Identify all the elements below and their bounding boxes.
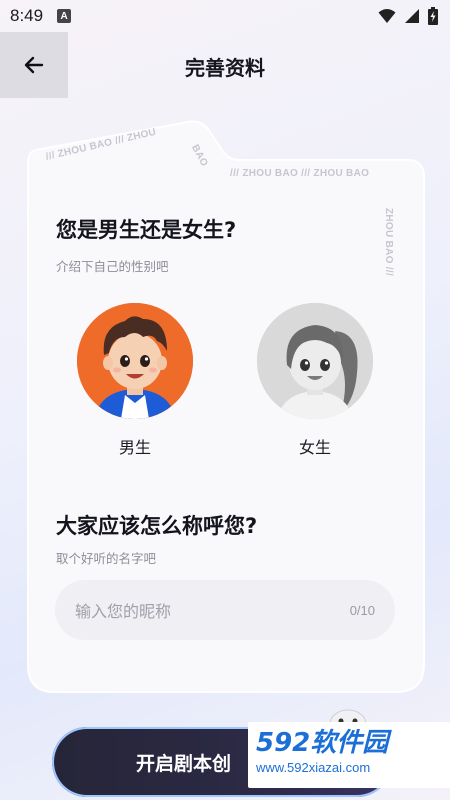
gender-subtitle: 介绍下自己的性别吧 — [56, 259, 169, 274]
a-notification-icon: A — [57, 9, 72, 23]
battery-charging-icon — [428, 7, 438, 25]
female-avatar-option[interactable] — [257, 303, 373, 419]
wifi-icon — [378, 9, 396, 23]
male-avatar-option[interactable] — [77, 303, 193, 419]
nickname-input[interactable]: 输入您的昵称 0/10 — [55, 580, 395, 640]
female-label[interactable]: 女生 — [257, 434, 373, 458]
male-avatar-illustration — [77, 303, 193, 419]
male-label[interactable]: 男生 — [77, 434, 193, 458]
deco-text: ZHOU BAO /// — [383, 208, 394, 277]
start-button-label: 开启剧本创 — [136, 752, 232, 775]
nickname-title: 大家应该怎么称呼您? — [56, 514, 258, 538]
status-bar: 8:49 A — [0, 0, 450, 32]
signal-icon — [405, 9, 419, 23]
page-title: 完善资料 — [185, 56, 265, 80]
female-avatar-illustration — [257, 303, 373, 419]
deco-text: /// ZHOU BAO /// ZHOU BAO — [230, 168, 370, 179]
watermark-url: www.592xiazai.com — [256, 760, 371, 775]
gender-title: 您是男生还是女生? — [56, 218, 237, 242]
nickname-subtitle: 取个好听的名字吧 — [56, 551, 157, 566]
status-time: 8:49 — [10, 6, 44, 25]
watermark-logo: 592软件园 www.592xiazai.com — [248, 722, 450, 788]
status-icons — [378, 7, 438, 25]
nickname-counter: 0/10 — [349, 602, 375, 618]
nickname-placeholder: 输入您的昵称 — [75, 602, 172, 621]
watermark-brand: 592软件园 — [256, 728, 389, 758]
